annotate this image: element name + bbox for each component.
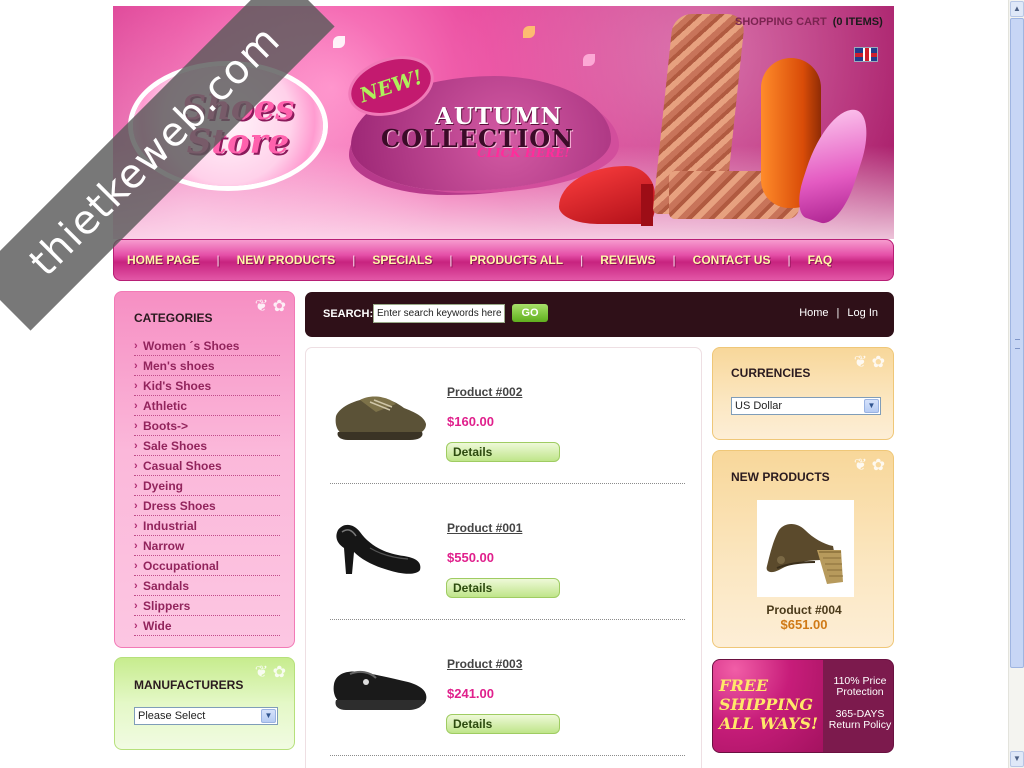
currencies-box: ❦ ✿ CURRENCIES US Dollar ▼ <box>712 347 894 440</box>
flourish-decoration: ❦ ✿ <box>853 457 885 474</box>
guarantee-line-4: Return Policy <box>828 719 892 731</box>
manufacturers-title: MANUFACTURERS <box>134 678 244 692</box>
nav-specials[interactable]: SPECIALS <box>372 253 432 267</box>
flourish-decoration: ❦ ✿ <box>254 298 286 315</box>
product-item: Product #002 $160.00 Details <box>330 348 685 484</box>
flourish-decoration: ❦ ✿ <box>254 664 286 681</box>
nav-new-products[interactable]: NEW PRODUCTS <box>237 253 336 267</box>
product-item: Product #001 $550.00 Details <box>330 484 685 620</box>
categories-list: Women ´s Shoes Men's shoes Kid's Shoes A… <box>134 336 280 636</box>
guarantee-panel: 110% Price Protection 365-DAYS Return Po… <box>825 676 893 731</box>
home-link[interactable]: Home <box>799 307 828 319</box>
category-dyeing[interactable]: Dyeing <box>134 476 280 496</box>
cart-count: (0 ITEMS) <box>832 16 883 28</box>
currency-select[interactable]: US Dollar ▼ <box>731 397 881 415</box>
search-label: SEARCH: <box>323 308 374 320</box>
chevron-down-icon: ▼ <box>261 709 276 723</box>
free-shipping-panel: FREE SHIPPING ALL WAYS! <box>713 660 823 752</box>
category-boots[interactable]: Boots-> <box>134 416 280 436</box>
new-product-name-link[interactable]: Product #004 <box>713 603 895 617</box>
search-go-button[interactable]: GO <box>512 304 548 322</box>
flourish-decoration: ❦ ✿ <box>853 354 885 371</box>
product-item: Product #003 $241.00 Details <box>330 620 685 756</box>
login-link[interactable]: Log In <box>847 307 878 319</box>
category-dress-shoes[interactable]: Dress Shoes <box>134 496 280 516</box>
category-womens-shoes[interactable]: Women ´s Shoes <box>134 336 280 356</box>
product-image-sneaker[interactable] <box>330 376 430 446</box>
nav-products-all[interactable]: PRODUCTS ALL <box>470 253 564 267</box>
search-input[interactable]: Enter search keywords here <box>373 304 505 323</box>
nav-separator: | <box>449 253 453 267</box>
nav-separator: | <box>352 253 356 267</box>
product-name-link[interactable]: Product #003 <box>447 657 522 671</box>
scrollbar-thumb[interactable] <box>1010 18 1024 668</box>
uk-flag-icon[interactable] <box>854 47 878 62</box>
free-shipping-banner[interactable]: FREE SHIPPING ALL WAYS! 110% Price Prote… <box>712 659 894 753</box>
chevron-down-icon: ▼ <box>864 399 879 413</box>
new-product-price: $651.00 <box>780 617 828 632</box>
shipping-line-2: SHIPPING <box>719 695 813 714</box>
scroll-up-button[interactable]: ▲ <box>1010 1 1024 17</box>
leaf-decoration <box>583 54 595 66</box>
product-price: $160.00 <box>447 414 494 429</box>
product-price: $550.00 <box>447 550 494 565</box>
cart-label: SHOPPING CART <box>735 16 827 28</box>
guarantee-line-2: Protection <box>836 686 884 698</box>
leaf-decoration <box>523 26 535 38</box>
category-sandals[interactable]: Sandals <box>134 576 280 596</box>
shipping-line-1: FREE <box>719 676 769 695</box>
nav-reviews[interactable]: REVIEWS <box>600 253 655 267</box>
category-sale-shoes[interactable]: Sale Shoes <box>134 436 280 456</box>
product-details-button[interactable]: Details <box>446 578 560 598</box>
category-casual-shoes[interactable]: Casual Shoes <box>134 456 280 476</box>
page-viewport: Shoes Store NEW! AUTUMN COLLECTION CLICK… <box>0 0 1008 768</box>
manufacturers-select[interactable]: Please Select ▼ <box>134 707 278 725</box>
search-bar: SEARCH: Enter search keywords here GO Ho… <box>305 292 894 337</box>
product-list-panel: Product #002 $160.00 Details Product #00… <box>305 347 702 768</box>
shipping-line-3: ALL WAYS! <box>719 714 819 733</box>
product-details-button[interactable]: Details <box>446 714 560 734</box>
category-narrow[interactable]: Narrow <box>134 536 280 556</box>
link-separator: | <box>836 307 840 319</box>
scroll-down-button[interactable]: ▼ <box>1010 751 1024 767</box>
shopping-cart-link[interactable]: SHOPPING CART (0 ITEMS) <box>735 16 883 28</box>
red-heel-image <box>641 184 653 226</box>
currency-select-value: US Dollar <box>735 400 783 412</box>
category-athletic[interactable]: Athletic <box>134 396 280 416</box>
nav-separator: | <box>787 253 791 267</box>
categories-box: ❦ ✿ CATEGORIES Women ´s Shoes Men's shoe… <box>114 291 295 648</box>
category-occupational[interactable]: Occupational <box>134 556 280 576</box>
currencies-title: CURRENCIES <box>731 366 811 380</box>
nav-separator: | <box>216 253 220 267</box>
account-links: Home | Log In <box>799 307 878 319</box>
product-image-pump[interactable] <box>330 512 430 582</box>
manufacturers-select-value: Please Select <box>138 710 206 722</box>
new-product-image-wedge[interactable] <box>757 500 854 597</box>
product-name-link[interactable]: Product #001 <box>447 521 522 535</box>
nav-separator: | <box>672 253 676 267</box>
new-products-box: ❦ ✿ NEW PRODUCTS Product #004 $651.00 <box>712 450 894 648</box>
promo-click-here-link[interactable]: CLICK HERE! <box>477 146 570 160</box>
product-price: $241.00 <box>447 686 494 701</box>
product-image-mary-jane[interactable] <box>330 648 430 718</box>
product-name-link[interactable]: Product #002 <box>447 385 522 399</box>
manufacturers-box: ❦ ✿ MANUFACTURERS Please Select ▼ <box>114 657 295 750</box>
category-industrial[interactable]: Industrial <box>134 516 280 536</box>
category-mens-shoes[interactable]: Men's shoes <box>134 356 280 376</box>
new-products-title: NEW PRODUCTS <box>731 470 830 484</box>
vertical-scrollbar[interactable]: ▲ ▼ <box>1008 0 1024 768</box>
category-wide[interactable]: Wide <box>134 616 280 636</box>
main-navigation: HOME PAGE | NEW PRODUCTS | SPECIALS | PR… <box>113 239 894 281</box>
nav-home-page[interactable]: HOME PAGE <box>127 253 199 267</box>
categories-title: CATEGORIES <box>134 311 213 325</box>
nav-contact-us[interactable]: CONTACT US <box>693 253 771 267</box>
category-kids-shoes[interactable]: Kid's Shoes <box>134 376 280 396</box>
category-slippers[interactable]: Slippers <box>134 596 280 616</box>
nav-faq[interactable]: FAQ <box>808 253 833 267</box>
product-details-button[interactable]: Details <box>446 442 560 462</box>
leaf-decoration <box>333 36 345 48</box>
nav-separator: | <box>580 253 584 267</box>
